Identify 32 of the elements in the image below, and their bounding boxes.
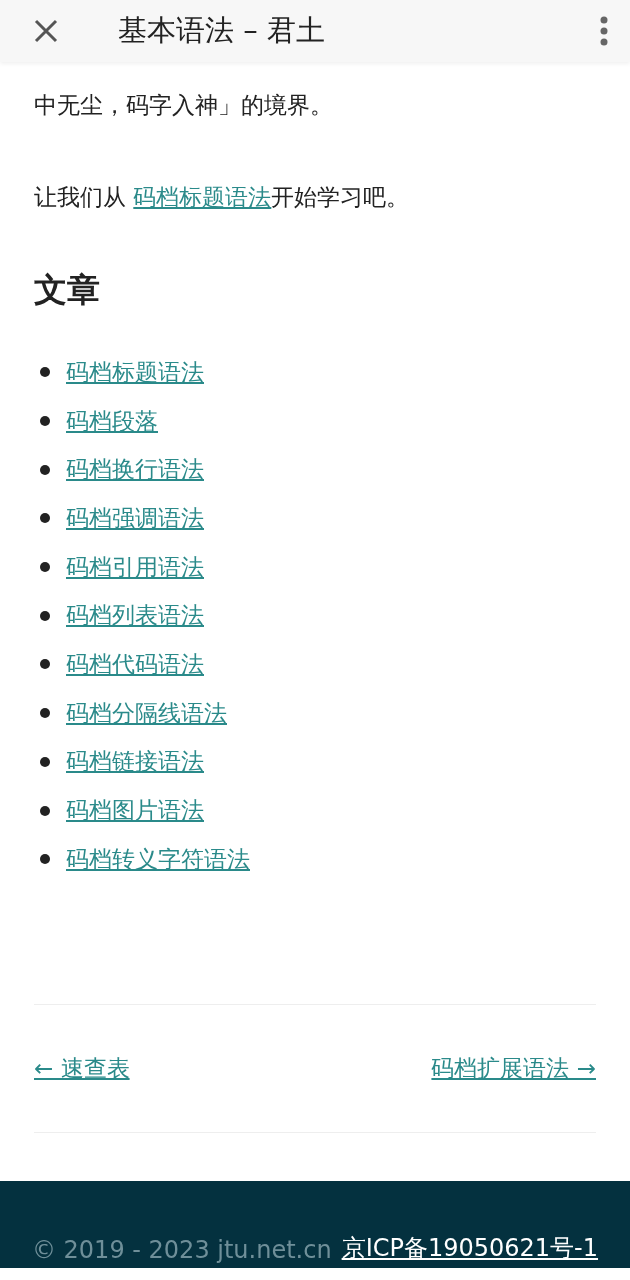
article-link[interactable]: 码档强调语法 [66,502,204,534]
bullet-icon [40,659,50,670]
bullet-icon [40,708,50,719]
article-link[interactable]: 码档代码语法 [66,648,204,680]
bullet-icon [40,416,50,427]
bullet-icon [40,756,50,767]
page-title: 基本语法 – 君土 [118,12,326,49]
article-link[interactable]: 码档图片语法 [66,795,204,827]
copyright-text: © 2019 - 2023 jtu.net.cn [31,1235,332,1264]
bullet-icon [40,610,50,621]
paragraph: 中无尘，码字入神」的境界。 [34,91,334,120]
paragraph: 让我们从 码档标题语法开始学习吧。 [34,183,411,212]
section-heading: 文章 [34,269,101,311]
bullet-icon [40,464,50,475]
icp-link[interactable]: 京ICP备19050621号-1 [341,1231,599,1264]
bullet-icon [40,513,50,524]
menu-icon[interactable] [598,16,610,46]
article-link[interactable]: 码档分隔线语法 [66,697,227,729]
bullet-icon [40,805,50,816]
article-link[interactable]: 码档段落 [66,405,158,437]
bullet-icon [40,367,50,378]
article-link[interactable]: 码档转义字符语法 [66,843,250,875]
previous-link[interactable]: ← 速查表 [34,1052,130,1084]
bullet-icon [40,854,50,865]
next-link[interactable]: 码档扩展语法 → [431,1052,596,1084]
link[interactable]: 码档标题语法 [133,184,272,210]
bullet-icon [40,562,50,573]
article-link[interactable]: 码档换行语法 [66,454,204,486]
article-link[interactable]: 码档链接语法 [66,746,204,778]
article-link[interactable]: 码档列表语法 [66,600,204,632]
article-link[interactable]: 码档标题语法 [66,356,204,388]
article-link[interactable]: 码档引用语法 [66,551,204,583]
